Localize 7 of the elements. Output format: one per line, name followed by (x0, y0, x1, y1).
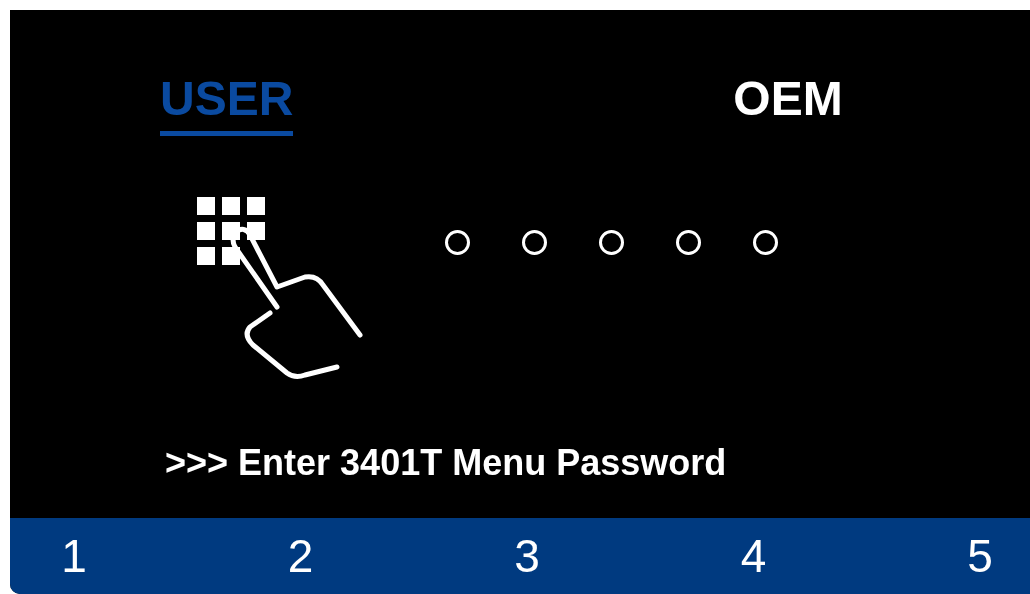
soft-key-label[interactable]: 2 (280, 533, 321, 579)
tab[interactable]: OEM (733, 75, 843, 136)
soft-key-label[interactable]: 4 (733, 533, 774, 579)
password-prompt: >>> Enter 3401T Menu Password (165, 442, 727, 483)
soft-key-label[interactable]: 5 (960, 533, 1000, 579)
soft-key-label[interactable]: 1 (54, 533, 94, 579)
soft-key-label[interactable]: 3 (507, 533, 547, 579)
